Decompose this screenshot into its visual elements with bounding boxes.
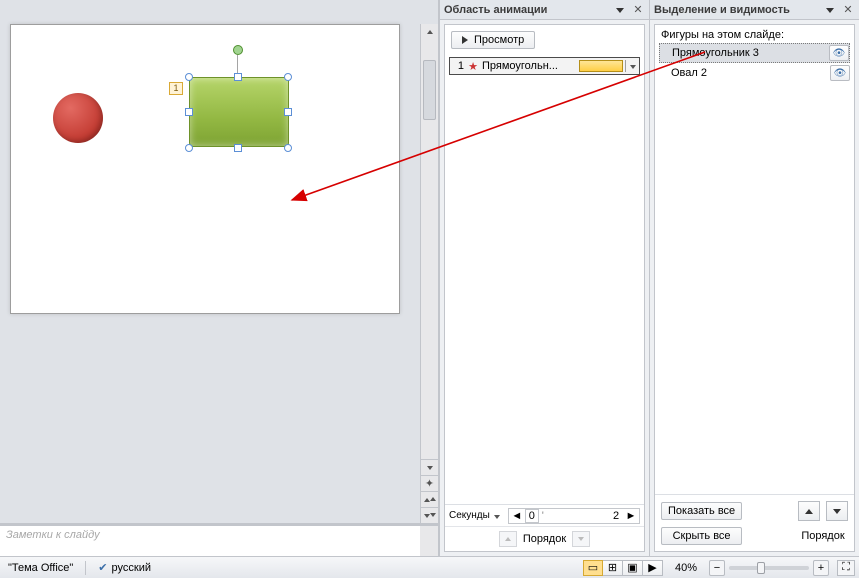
notes-placeholder: Заметки к слайду	[6, 529, 100, 541]
timeline-zero: 0	[525, 509, 539, 523]
selection-pane-title: Выделение и видимость	[654, 4, 819, 16]
prev-slide-button[interactable]: ✦	[421, 475, 438, 491]
selection-item-rectangle[interactable]: Прямоугольник 3 👁	[659, 43, 850, 63]
selection-item-oval[interactable]: Овал 2 👁	[659, 63, 850, 83]
scroll-down-button[interactable]	[421, 459, 438, 475]
resize-handle[interactable]	[185, 108, 193, 116]
zoom-in-button[interactable]: +	[813, 560, 829, 576]
resize-handle[interactable]	[234, 144, 242, 152]
scroll-up-button[interactable]	[421, 24, 438, 40]
zoom-out-button[interactable]: −	[709, 560, 725, 576]
next-slide-button[interactable]	[421, 507, 438, 523]
timeline-right-button[interactable]: ►	[625, 510, 637, 522]
show-all-button[interactable]: Показать все	[661, 502, 742, 520]
slide[interactable]: 1	[10, 24, 400, 314]
pane-close-icon[interactable]: ✕	[631, 3, 645, 16]
order-down-button[interactable]	[572, 531, 590, 547]
star-icon: ★	[466, 60, 480, 73]
visibility-toggle[interactable]: 👁	[830, 65, 850, 81]
timeline-left-button[interactable]: ◄	[511, 510, 523, 522]
selection-item-label: Прямоугольник 3	[672, 47, 825, 59]
view-buttons: ▭ ⊞ ▣ ▶	[583, 560, 663, 576]
selection-pane: Выделение и видимость ✕ Фигуры на этом с…	[649, 0, 859, 556]
timeline-ruler[interactable]: ◄ 0 ' 2 ►	[508, 508, 640, 524]
status-language[interactable]: ✔ русский	[94, 561, 155, 574]
view-reading-button[interactable]: ▣	[623, 560, 643, 576]
pane-menu-icon[interactable]	[823, 4, 837, 16]
fit-to-window-button[interactable]: ⛶	[837, 560, 855, 576]
move-up-button[interactable]	[798, 501, 820, 521]
animation-pane: Область анимации ✕ Просмотр 1 ★ Прямоуго…	[439, 0, 649, 556]
rotate-handle[interactable]	[233, 45, 243, 55]
zoom-percent[interactable]: 40%	[671, 562, 701, 574]
play-icon	[462, 36, 468, 44]
shape-rectangle[interactable]	[189, 77, 289, 147]
resize-handle[interactable]	[284, 108, 292, 116]
vertical-scrollbar[interactable]: ✦	[420, 24, 438, 523]
resize-handle[interactable]	[284, 144, 292, 152]
view-normal-button[interactable]: ▭	[583, 560, 603, 576]
notes-area[interactable]: Заметки к слайду	[0, 523, 420, 556]
animation-item-index: 1	[450, 60, 466, 72]
resize-handle[interactable]	[185, 144, 193, 152]
preview-button[interactable]: Просмотр	[451, 31, 535, 49]
resize-handle[interactable]	[284, 73, 292, 81]
timeline-two: 2	[609, 510, 623, 522]
view-slideshow-button[interactable]: ▶	[643, 560, 663, 576]
slide-canvas-area[interactable]: 1 ✦	[0, 0, 438, 523]
animation-item-name: Прямоугольн...	[480, 60, 579, 72]
pane-close-icon[interactable]: ✕	[841, 3, 855, 16]
animation-tag[interactable]: 1	[169, 82, 183, 95]
status-bar: "Тема Office" ✔ русский ▭ ⊞ ▣ ▶ 40% − + …	[0, 556, 859, 578]
resize-handle[interactable]	[234, 73, 242, 81]
preview-button-label: Просмотр	[474, 34, 524, 46]
animation-list-item[interactable]: 1 ★ Прямоугольн...	[449, 57, 640, 75]
selection-order-label: Порядок	[798, 530, 848, 542]
status-theme[interactable]: "Тема Office"	[4, 562, 77, 574]
zoom-slider-knob[interactable]	[757, 562, 765, 574]
zoom-slider[interactable]	[729, 566, 809, 570]
prev-slide-button[interactable]	[421, 491, 438, 507]
spellcheck-icon: ✔	[98, 561, 107, 574]
hide-all-button[interactable]: Скрыть все	[661, 527, 742, 545]
scroll-thumb[interactable]	[423, 60, 436, 120]
animation-item-duration-bar[interactable]	[579, 60, 623, 72]
order-up-button[interactable]	[499, 531, 517, 547]
visibility-toggle[interactable]: 👁	[829, 45, 849, 61]
shape-oval[interactable]	[53, 93, 103, 143]
view-sorter-button[interactable]: ⊞	[603, 560, 623, 576]
seconds-dropdown[interactable]	[494, 510, 504, 522]
selection-pane-heading: Фигуры на этом слайде:	[655, 25, 854, 43]
animation-item-dropdown[interactable]	[625, 60, 639, 72]
seconds-label: Секунды	[449, 510, 490, 521]
selection-item-label: Овал 2	[671, 67, 826, 79]
resize-handle[interactable]	[185, 73, 193, 81]
animation-pane-title: Область анимации	[444, 4, 609, 16]
order-label: Порядок	[523, 533, 566, 545]
pane-menu-icon[interactable]	[613, 4, 627, 16]
move-down-button[interactable]	[826, 501, 848, 521]
